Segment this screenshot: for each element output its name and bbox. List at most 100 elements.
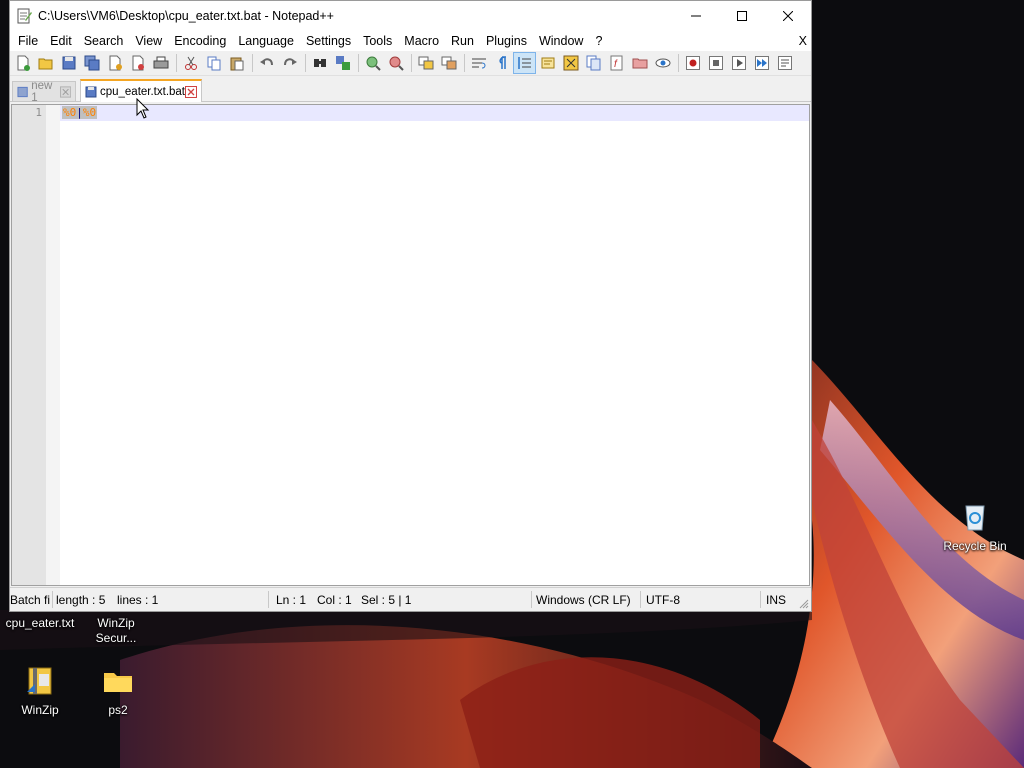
- zoom-out-button[interactable]: [385, 53, 406, 73]
- sync-horizontal-button[interactable]: [438, 53, 459, 73]
- toolbar-separator: [464, 54, 465, 72]
- selected-text: %0|%0: [62, 106, 98, 119]
- notepadpp-app-icon: [17, 8, 32, 24]
- save-all-icon: [84, 55, 99, 71]
- close-all-icon: [132, 55, 144, 71]
- tab-new-1[interactable]: new 1: [12, 80, 76, 104]
- status-eol: Windows (CR LF): [536, 593, 631, 607]
- udl-icon: [541, 57, 554, 69]
- menu-file[interactable]: File: [12, 31, 44, 51]
- folder-as-workspace-button[interactable]: [629, 53, 650, 73]
- status-insert-mode: INS: [766, 593, 787, 607]
- open-file-button[interactable]: [35, 53, 56, 73]
- document-map-button[interactable]: [560, 53, 581, 73]
- menu-settings[interactable]: Settings: [300, 31, 357, 51]
- title-bar[interactable]: C:\Users\VM6\Desktop\cpu_eater.txt.bat -…: [10, 1, 811, 31]
- menu-bar: File Edit Search View Encoding Language …: [10, 31, 811, 51]
- tab-bar: new 1 cpu_eater.txt.bat: [10, 79, 811, 104]
- sync-vertical-button[interactable]: [415, 53, 436, 73]
- menu-view[interactable]: View: [129, 31, 168, 51]
- close-all-button[interactable]: [127, 53, 148, 73]
- close-button[interactable]: [765, 1, 811, 31]
- find-button[interactable]: [309, 53, 330, 73]
- replace-button[interactable]: [332, 53, 353, 73]
- stop-record-icon: [708, 56, 723, 70]
- print-button[interactable]: [150, 53, 171, 73]
- maximize-button[interactable]: [719, 1, 765, 31]
- minimize-icon: [691, 15, 701, 17]
- status-bar: Batch fi length : 5 lines : 1 Ln : 1 Col…: [10, 587, 811, 611]
- function-list-icon: f: [610, 55, 622, 71]
- menu-window[interactable]: Window: [533, 31, 589, 51]
- sync-horizontal-icon: [441, 56, 456, 70]
- desktop-icon-label: ps2: [108, 703, 128, 717]
- tab-close-icon[interactable]: [59, 85, 71, 98]
- save-macro-button[interactable]: [774, 53, 795, 73]
- word-wrap-button[interactable]: [468, 53, 489, 73]
- window-title: C:\Users\VM6\Desktop\cpu_eater.txt.bat -…: [38, 9, 334, 23]
- run-macro-multiple-button[interactable]: [751, 53, 772, 73]
- desktop-icon-label: WinZip: [21, 703, 59, 717]
- tab-close-icon[interactable]: [185, 85, 197, 98]
- close-file-button[interactable]: [104, 53, 125, 73]
- maximize-icon: [737, 11, 747, 21]
- desktop-icon-label: Recycle Bin: [943, 539, 1007, 553]
- menu-encoding[interactable]: Encoding: [168, 31, 232, 51]
- desktop-icon-winzip-secure[interactable]: WinZip Secur...: [76, 616, 156, 646]
- toolbar-separator: [411, 54, 412, 72]
- menu-edit[interactable]: Edit: [44, 31, 78, 51]
- resize-grip-icon[interactable]: [799, 599, 809, 609]
- copy-button[interactable]: [203, 53, 224, 73]
- menu-search[interactable]: Search: [78, 31, 130, 51]
- cut-button[interactable]: [180, 53, 201, 73]
- indent-guide-button[interactable]: [513, 52, 536, 74]
- status-separator: [52, 591, 53, 608]
- code-line[interactable]: %0|%0: [62, 106, 98, 119]
- menu-help[interactable]: ?: [589, 31, 608, 51]
- close-document-button[interactable]: X: [799, 31, 807, 51]
- status-separator: [760, 591, 761, 608]
- save-all-button[interactable]: [81, 53, 102, 73]
- desktop-icon-cpu-eater[interactable]: cpu_eater.txt: [0, 616, 80, 631]
- user-defined-language-button[interactable]: [537, 53, 558, 73]
- status-lines: lines : 1: [117, 593, 159, 607]
- monitoring-button[interactable]: [652, 53, 673, 73]
- desktop-icon-recycle-bin[interactable]: Recycle Bin: [935, 500, 1015, 554]
- zoom-in-button[interactable]: [362, 53, 383, 73]
- current-line-highlight: [60, 105, 809, 121]
- undo-button[interactable]: [256, 53, 277, 73]
- notepadpp-window: C:\Users\VM6\Desktop\cpu_eater.txt.bat -…: [9, 0, 812, 612]
- redo-button[interactable]: [279, 53, 300, 73]
- menu-run[interactable]: Run: [445, 31, 480, 51]
- desktop-icon-winzip[interactable]: WinZip: [0, 664, 80, 718]
- show-all-chars-icon: [498, 56, 506, 69]
- minimize-button[interactable]: [673, 1, 719, 31]
- status-column: Col : 1: [317, 593, 352, 607]
- redo-icon: [283, 58, 297, 66]
- winzip-icon: [27, 667, 52, 695]
- new-file-icon: [17, 55, 30, 71]
- save-icon: [62, 56, 75, 70]
- paste-icon: [230, 57, 243, 71]
- record-macro-button[interactable]: [682, 53, 703, 73]
- menu-tools[interactable]: Tools: [357, 31, 398, 51]
- line-number-margin: [12, 105, 46, 585]
- new-file-button[interactable]: [12, 53, 33, 73]
- playback-macro-button[interactable]: [728, 53, 749, 73]
- toolbar-separator: [358, 54, 359, 72]
- desktop-icon-ps2[interactable]: ps2: [78, 664, 158, 718]
- desktop-icon-label: cpu_eater.txt: [5, 616, 75, 630]
- function-list-button[interactable]: f: [606, 53, 627, 73]
- paste-button[interactable]: [226, 53, 247, 73]
- show-all-characters-button[interactable]: [491, 53, 512, 73]
- menu-macro[interactable]: Macro: [398, 31, 445, 51]
- open-file-icon: [38, 58, 52, 70]
- indent-guide-icon: [517, 57, 531, 69]
- document-list-button[interactable]: [583, 53, 604, 73]
- playback-macro-icon: [731, 56, 746, 70]
- text-editor[interactable]: 1 %0|%0: [11, 104, 810, 586]
- menu-language[interactable]: Language: [232, 31, 300, 51]
- stop-recording-button[interactable]: [705, 53, 726, 73]
- save-button[interactable]: [58, 53, 79, 73]
- menu-plugins[interactable]: Plugins: [480, 31, 533, 51]
